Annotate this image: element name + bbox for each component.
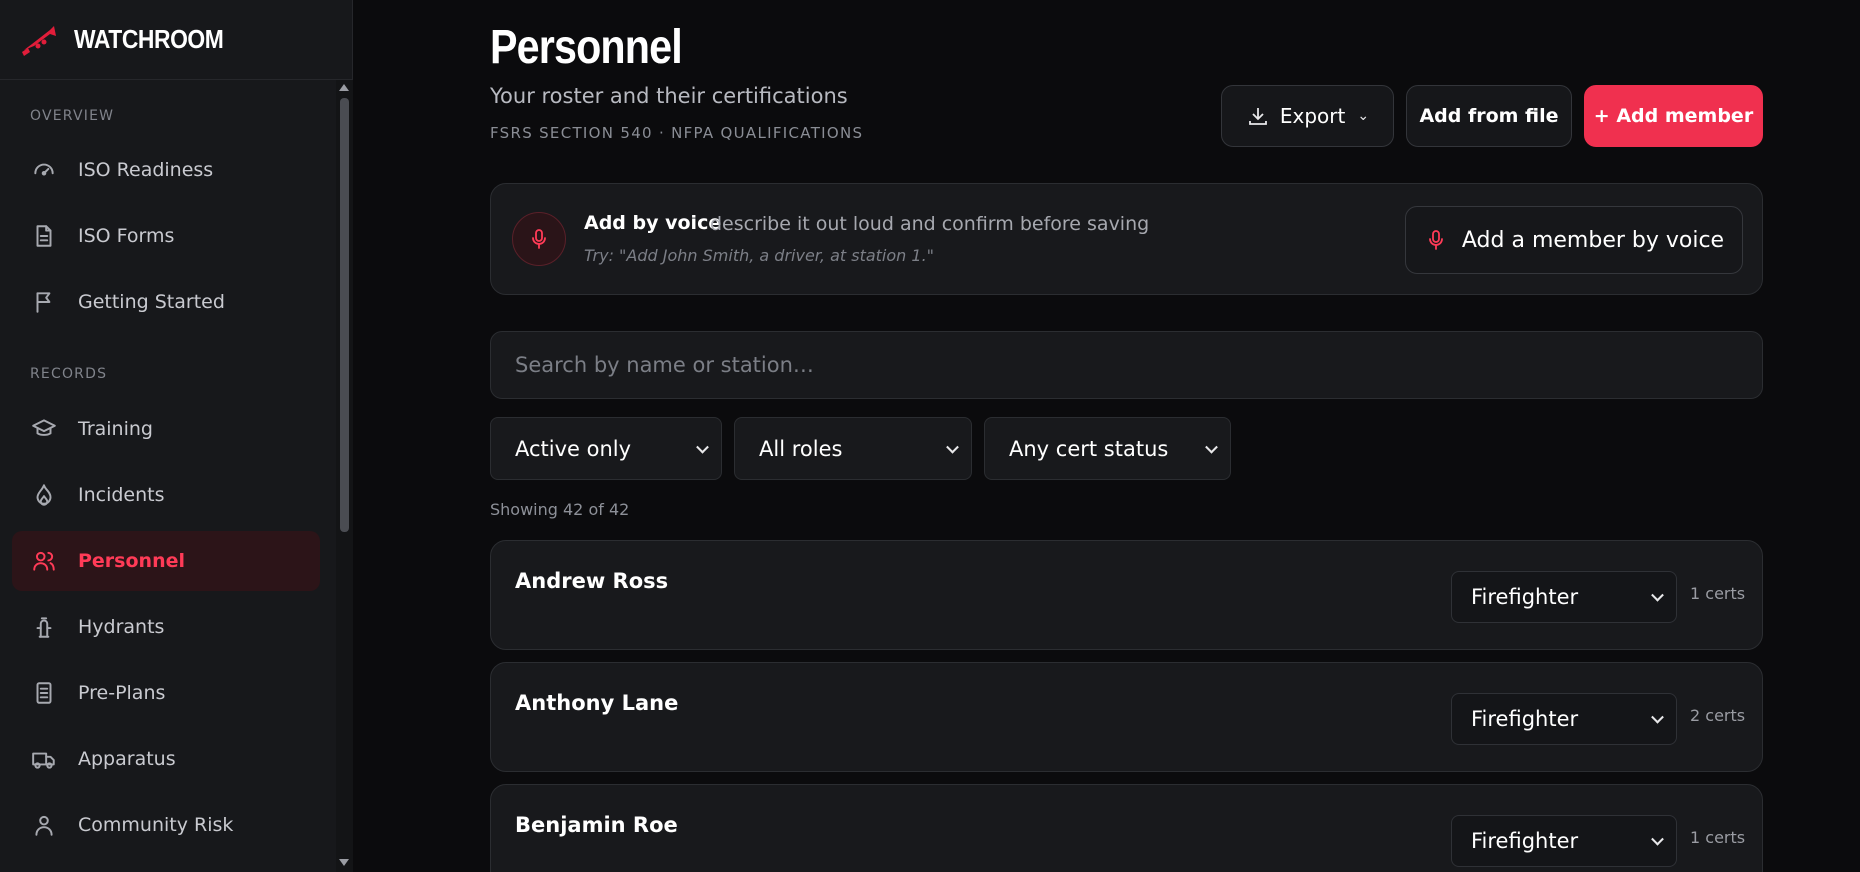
sidebar-nav: OVERVIEW ISO Readiness ISO Forms Getting…	[0, 80, 336, 872]
chevron-down-icon	[1651, 710, 1664, 724]
sidebar-item-pre-plans[interactable]: Pre-Plans	[12, 663, 320, 723]
page-subtitle: Your roster and their certifications	[490, 84, 848, 108]
personnel-row[interactable]: Benjamin Roe Firefighter 1 certs	[490, 784, 1763, 872]
status-filter-value: Active only	[515, 436, 632, 461]
sidebar-item-incidents[interactable]: Incidents	[12, 465, 320, 525]
sidebar-item-community-risk[interactable]: Community Risk	[12, 795, 320, 855]
flame-icon	[30, 481, 58, 509]
truck-icon	[30, 745, 58, 773]
sidebar-item-label: ISO Forms	[78, 225, 175, 247]
chevron-down-icon	[696, 440, 709, 454]
personnel-row[interactable]: Anthony Lane Firefighter 2 certs	[490, 662, 1763, 772]
role-value: Firefighter	[1471, 829, 1579, 853]
chevron-down-icon	[946, 440, 959, 454]
personnel-name: Benjamin Roe	[515, 813, 678, 837]
voice-add-card: Add by voice describe it out loud and co…	[490, 183, 1763, 295]
scroll-down-arrow-icon[interactable]	[339, 859, 349, 866]
sidebar-scrollbar[interactable]	[336, 80, 353, 872]
sidebar-item-label: Training	[78, 418, 153, 440]
app-name: WATCHROOM	[74, 24, 224, 54]
sidebar-item-iso-forms[interactable]: ISO Forms	[12, 206, 320, 266]
users-icon	[30, 547, 58, 575]
sidebar: WATCHROOM OVERVIEW ISO Readiness ISO For…	[0, 0, 353, 872]
flag-icon	[30, 288, 58, 316]
add-member-button[interactable]: + Add member	[1584, 85, 1763, 147]
role-select[interactable]: Firefighter	[1451, 693, 1677, 745]
add-from-file-button[interactable]: Add from file	[1406, 85, 1572, 147]
sidebar-item-apparatus[interactable]: Apparatus	[12, 729, 320, 789]
graduation-cap-icon	[30, 415, 58, 443]
download-icon	[1248, 108, 1267, 125]
personnel-row[interactable]: Andrew Ross Firefighter 1 certs	[490, 540, 1763, 650]
status-filter-select[interactable]: Active only	[490, 417, 722, 480]
cert-count: 1 certs	[1690, 828, 1746, 847]
sidebar-item-label: Personnel	[78, 550, 185, 572]
personnel-name: Andrew Ross	[515, 569, 669, 593]
page-standard-reference: FSRS SECTION 540 · NFPA QUALIFICATIONS	[490, 124, 864, 142]
scrollbar-thumb[interactable]	[340, 98, 349, 532]
chevron-down-icon	[1651, 588, 1664, 602]
scroll-up-arrow-icon[interactable]	[339, 84, 349, 91]
section-label-records: RECORDS	[30, 366, 108, 382]
cert-count: 1 certs	[1690, 584, 1746, 603]
brand[interactable]: WATCHROOM	[0, 0, 352, 80]
chevron-down-icon	[1205, 440, 1218, 454]
cert-status-filter-value: Any cert status	[1009, 436, 1169, 461]
section-label-overview: OVERVIEW	[30, 108, 115, 124]
clipboard-icon	[30, 679, 58, 707]
voice-button-label: Add a member by voice	[1461, 227, 1725, 253]
sidebar-item-personnel[interactable]: Personnel	[12, 531, 320, 591]
document-icon	[30, 222, 58, 250]
search-input[interactable]	[490, 331, 1763, 399]
cert-count: 2 certs	[1690, 706, 1746, 725]
gauge-icon	[30, 156, 58, 184]
microphone-icon	[1428, 230, 1443, 250]
hydrant-icon	[30, 613, 58, 641]
sidebar-item-label: Getting Started	[78, 291, 225, 313]
sidebar-item-label: Community Risk	[78, 814, 234, 836]
export-label: Export	[1279, 104, 1346, 128]
chevron-down-icon	[1651, 832, 1664, 846]
sidebar-item-training[interactable]: Training	[12, 399, 320, 459]
microphone-icon	[512, 212, 566, 266]
cert-status-filter-select[interactable]: Any cert status	[984, 417, 1231, 480]
person-icon	[30, 811, 58, 839]
personnel-name: Anthony Lane	[515, 691, 679, 715]
bugle-logo-icon	[22, 25, 56, 56]
sidebar-item-getting-started[interactable]: Getting Started	[12, 272, 320, 332]
sidebar-item-label: Incidents	[78, 484, 165, 506]
sidebar-item-label: Hydrants	[78, 616, 165, 638]
role-value: Firefighter	[1471, 707, 1579, 731]
role-select[interactable]: Firefighter	[1451, 815, 1677, 867]
sidebar-item-hydrants[interactable]: Hydrants	[12, 597, 320, 657]
page-title: Personnel	[490, 21, 683, 74]
export-button[interactable]: Export ⌄	[1221, 85, 1394, 147]
results-count: Showing 42 of 42	[490, 500, 630, 519]
chevron-down-icon: ⌄	[1357, 108, 1370, 124]
sidebar-item-label: ISO Readiness	[78, 159, 214, 181]
sidebar-item-iso-readiness[interactable]: ISO Readiness	[12, 140, 320, 200]
voice-title: Add by voice	[584, 212, 722, 234]
role-filter-value: All roles	[759, 436, 843, 461]
role-select[interactable]: Firefighter	[1451, 571, 1677, 623]
sidebar-item-label: Apparatus	[78, 748, 176, 770]
role-filter-select[interactable]: All roles	[734, 417, 972, 480]
role-value: Firefighter	[1471, 585, 1579, 609]
sidebar-item-label: Pre-Plans	[78, 682, 166, 704]
add-member-by-voice-button[interactable]: Add a member by voice	[1405, 206, 1743, 274]
voice-example: Try: "Add John Smith, a driver, at stati…	[584, 246, 935, 265]
voice-description: describe it out loud and confirm before …	[710, 213, 1150, 235]
